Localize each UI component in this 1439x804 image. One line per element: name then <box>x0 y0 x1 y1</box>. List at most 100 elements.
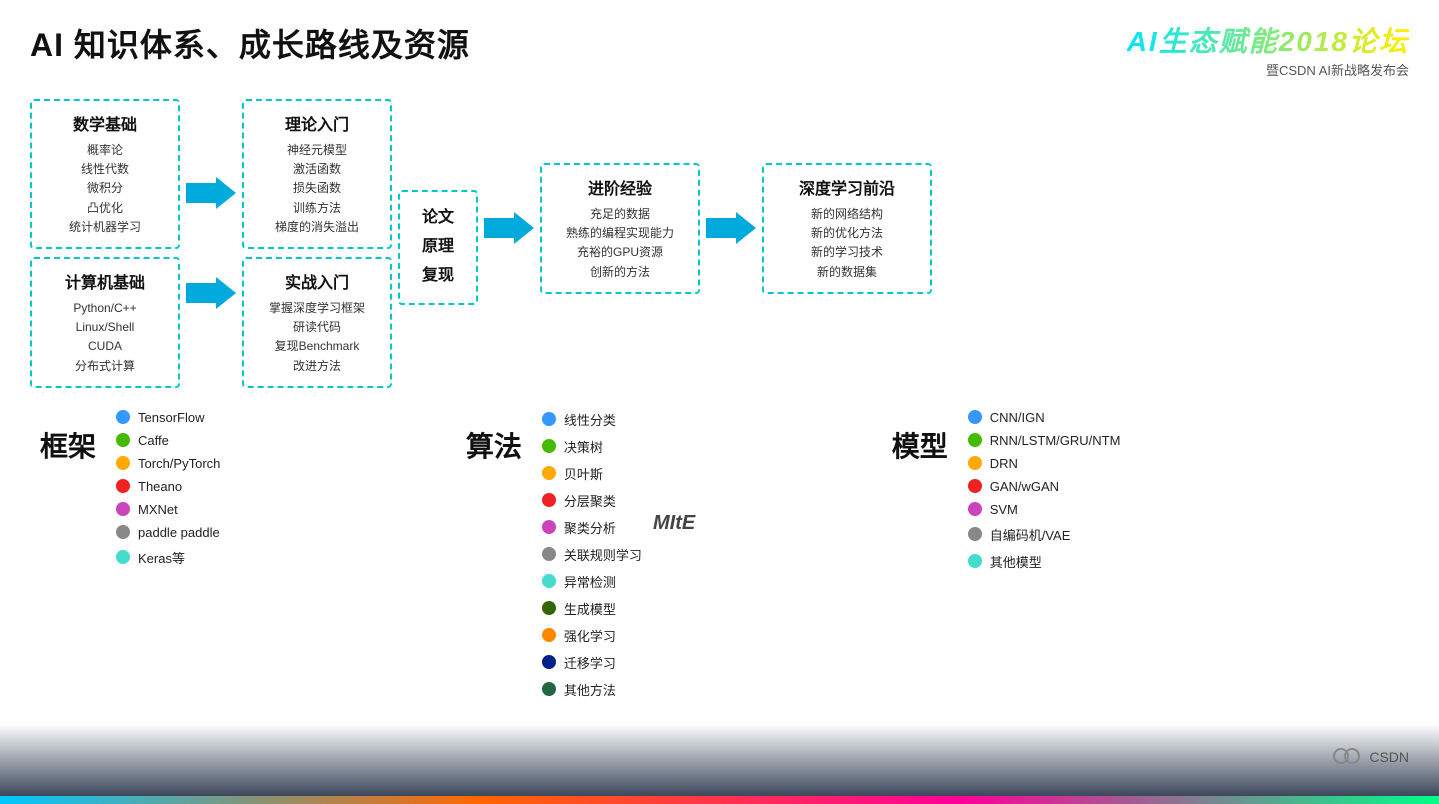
framework-label: 框架 <box>40 425 96 465</box>
dot-icon <box>968 527 982 541</box>
item-label: 贝叶斯 <box>564 464 603 483</box>
frontier-item-1: 新的网络结构 <box>778 205 916 224</box>
practice-title: 实战入门 <box>258 269 376 293</box>
adv-item-2: 熟练的编程实现能力 <box>556 224 684 243</box>
practice-item-3: 复现Benchmark <box>258 337 376 356</box>
cs-item-2: Linux/Shell <box>46 318 164 337</box>
list-item: CNN/IGN <box>968 410 1121 425</box>
list-item: 自编码机/VAE <box>968 525 1121 544</box>
theory-item-2: 激活函数 <box>258 160 376 179</box>
item-label: TensorFlow <box>138 410 204 425</box>
list-item: GAN/wGAN <box>968 479 1121 494</box>
dot-icon <box>116 433 130 447</box>
model-list: CNN/IGNRNN/LSTM/GRU/NTMDRNGAN/wGANSVM自编码… <box>968 410 1121 575</box>
item-label: 聚类分析 <box>564 518 616 537</box>
model-col: 模型 CNN/IGNRNN/LSTM/GRU/NTMDRNGAN/wGANSVM… <box>882 400 1409 703</box>
item-label: 其他方法 <box>564 680 616 699</box>
dot-icon <box>968 554 982 568</box>
adv-item-1: 充足的数据 <box>556 205 684 224</box>
item-label: MXNet <box>138 502 178 517</box>
dot-icon <box>116 525 130 539</box>
logo-title: AI生态赋能2018论坛 <box>1127 20 1409 60</box>
list-item: 迁移学习 <box>542 653 642 672</box>
list-item: 生成模型 <box>542 599 642 618</box>
left-boxes: 数学基础 概率论 线性代数 微积分 凸优化 统计机器学习 计算机基础 Pytho… <box>30 99 180 388</box>
dot-icon <box>542 439 556 453</box>
advanced-box: 进阶经验 充足的数据 熟练的编程实现能力 充裕的GPU资源 创新的方法 <box>540 163 700 294</box>
adv-item-4: 创新的方法 <box>556 263 684 282</box>
list-item: 线性分类 <box>542 410 642 429</box>
arrow-group-1 <box>186 173 236 313</box>
arrow-1-top <box>186 173 236 213</box>
list-item: 异常检测 <box>542 572 642 591</box>
list-item: RNN/LSTM/GRU/NTM <box>968 433 1121 448</box>
dot-icon <box>116 479 130 493</box>
item-label: Keras等 <box>138 548 185 567</box>
dot-icon <box>116 410 130 424</box>
list-item: Caffe <box>116 433 220 448</box>
math-item-2: 线性代数 <box>46 160 164 179</box>
cs-item-3: CUDA <box>46 337 164 356</box>
algorithm-col: 算法 线性分类决策树贝叶斯分层聚类聚类分析关联规则学习异常检测生成模型强化学习迁… <box>456 400 882 703</box>
list-item: 强化学习 <box>542 626 642 645</box>
dot-icon <box>542 493 556 507</box>
theory-item-4: 训练方法 <box>258 199 376 218</box>
arrow-3 <box>706 208 756 248</box>
dot-icon <box>542 601 556 615</box>
paper-text: 论文原理复现 <box>422 204 454 290</box>
mit-label: MItE <box>653 512 695 535</box>
list-item: 聚类分析 <box>542 518 642 537</box>
math-item-5: 统计机器学习 <box>46 218 164 237</box>
header: AI 知识体系、成长路线及资源 AI生态赋能2018论坛 暨CSDN AI新战略… <box>30 20 1409 79</box>
list-item: Theano <box>116 479 220 494</box>
dot-icon <box>968 433 982 447</box>
dot-icon <box>968 502 982 516</box>
csdn-logo: CSDN <box>1329 739 1409 774</box>
list-item: TensorFlow <box>116 410 220 425</box>
dot-icon <box>542 655 556 669</box>
item-label: 迁移学习 <box>564 653 616 672</box>
theory-item-5: 梯度的消失溢出 <box>258 218 376 237</box>
dot-icon <box>542 574 556 588</box>
flow-diagram: 数学基础 概率论 线性代数 微积分 凸优化 统计机器学习 计算机基础 Pytho… <box>30 99 1409 388</box>
cs-foundation-title: 计算机基础 <box>46 269 164 293</box>
frontier-title: 深度学习前沿 <box>778 175 916 199</box>
dot-icon <box>968 410 982 424</box>
practice-box: 实战入门 掌握深度学习框架 研读代码 复现Benchmark 改进方法 <box>242 257 392 388</box>
theory-title: 理论入门 <box>258 111 376 135</box>
item-label: RNN/LSTM/GRU/NTM <box>990 433 1121 448</box>
dot-icon <box>968 456 982 470</box>
list-item: 贝叶斯 <box>542 464 642 483</box>
math-item-1: 概率论 <box>46 141 164 160</box>
practice-item-1: 掌握深度学习框架 <box>258 299 376 318</box>
dot-icon <box>542 412 556 426</box>
framework-list: TensorFlow Caffe Torch/PyTorch Theano MXNet p… <box>116 410 220 571</box>
item-label: 强化学习 <box>564 626 616 645</box>
cs-foundation-box: 计算机基础 Python/C++ Linux/Shell CUDA 分布式计算 <box>30 257 180 388</box>
item-label: Torch/PyTorch <box>138 456 220 471</box>
list-item: Torch/PyTorch <box>116 456 220 471</box>
item-label: CNN/IGN <box>990 410 1045 425</box>
list-item: paddle paddle <box>116 525 220 540</box>
item-label: paddle paddle <box>138 525 220 540</box>
bottom-bar <box>0 796 1439 804</box>
arrow-1-bottom <box>186 273 236 313</box>
list-item: DRN <box>968 456 1121 471</box>
dot-icon <box>116 456 130 470</box>
paper-section: 论文原理复现 <box>398 182 478 304</box>
frontier-item-4: 新的数据集 <box>778 263 916 282</box>
algorithm-label: 算法 <box>466 425 522 465</box>
dot-icon <box>116 502 130 516</box>
dot-icon <box>542 466 556 480</box>
item-label: Caffe <box>138 433 169 448</box>
list-item: Keras等 <box>116 548 220 567</box>
frontier-item-3: 新的学习技术 <box>778 243 916 262</box>
theory-item-1: 神经元模型 <box>258 141 376 160</box>
item-label: 线性分类 <box>564 410 616 429</box>
dot-icon <box>542 547 556 561</box>
list-item: MXNet <box>116 502 220 517</box>
item-label: 异常检测 <box>564 572 616 591</box>
list-item: 其他模型 <box>968 552 1121 571</box>
paper-box: 论文原理复现 <box>398 190 478 304</box>
dot-icon <box>968 479 982 493</box>
